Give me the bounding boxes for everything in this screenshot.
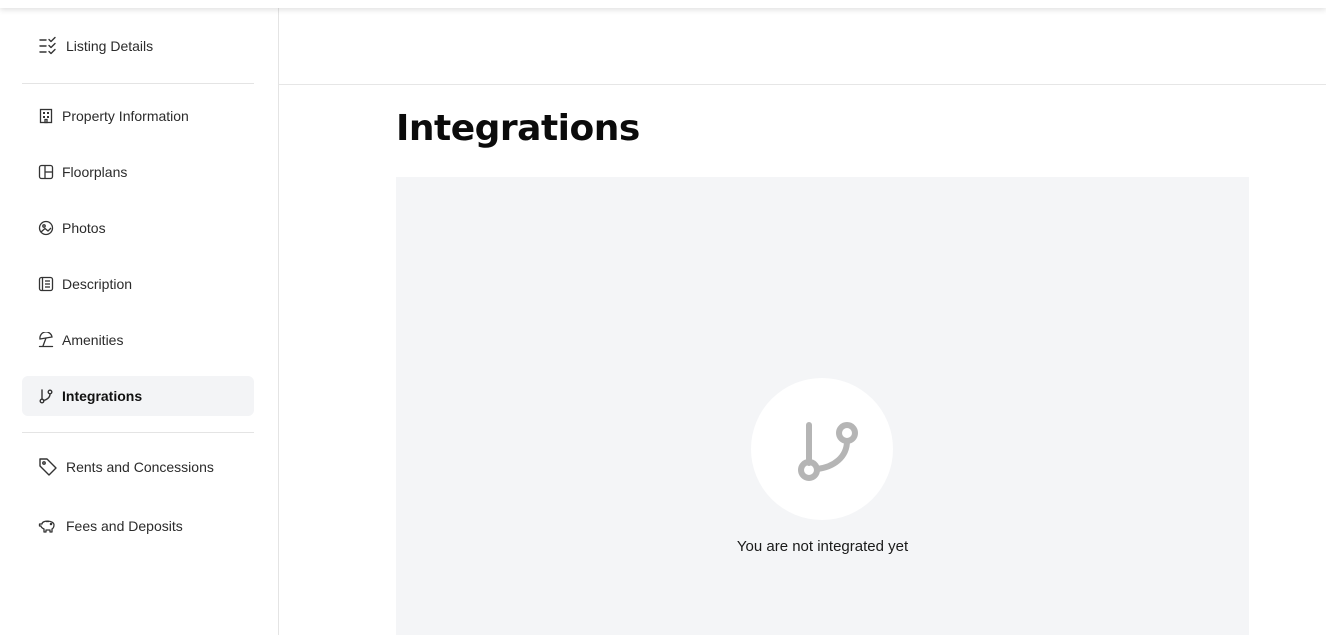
checklist-icon: [38, 36, 58, 56]
empty-state-panel: You are not integrated yet: [396, 177, 1249, 635]
umbrella-icon: [38, 332, 54, 348]
sidebar-item-label: Integrations: [62, 388, 143, 404]
floorplan-icon: [38, 164, 54, 180]
sidebar-item-label: Listing Details: [66, 38, 154, 54]
empty-state-message: You are not integrated yet: [736, 538, 909, 555]
building-icon: [38, 108, 54, 124]
page-title: Integrations: [396, 108, 640, 149]
sidebar-item-label: Photos: [62, 220, 106, 236]
tag-icon: [38, 457, 58, 477]
sidebar-item-rents-and-concessions[interactable]: Rents and Concessions: [22, 447, 254, 487]
sidebar: Listing Details Property Information Flo…: [0, 0, 279, 635]
sidebar-divider: [22, 83, 254, 84]
sidebar-item-property-information[interactable]: Property Information: [22, 96, 254, 136]
document-icon: [38, 276, 54, 292]
sidebar-item-fees-and-deposits[interactable]: Fees and Deposits: [22, 506, 254, 546]
sidebar-item-label: Fees and Deposits: [66, 518, 183, 534]
sidebar-item-label: Description: [62, 276, 133, 292]
top-bar: [0, 0, 1326, 8]
sidebar-item-integrations[interactable]: Integrations: [22, 376, 254, 416]
git-branch-icon: [798, 422, 858, 481]
sidebar-item-label: Amenities: [62, 332, 124, 348]
sidebar-item-floorplans[interactable]: Floorplans: [22, 152, 254, 192]
header-divider: [279, 84, 1326, 85]
photo-icon: [38, 220, 54, 236]
sidebar-item-listing-details[interactable]: Listing Details: [22, 26, 254, 66]
sidebar-divider: [22, 432, 254, 433]
piggy-bank-icon: [38, 516, 58, 536]
sidebar-item-photos[interactable]: Photos: [22, 208, 254, 248]
sidebar-item-label: Property Information: [62, 108, 189, 124]
sidebar-item-description[interactable]: Description: [22, 264, 254, 304]
git-branch-icon: [38, 388, 54, 404]
sidebar-item-label: Rents and Concessions: [66, 459, 214, 475]
sidebar-item-label: Floorplans: [62, 164, 128, 180]
sidebar-item-amenities[interactable]: Amenities: [22, 320, 254, 360]
empty-state-icon-circle: [751, 378, 893, 520]
